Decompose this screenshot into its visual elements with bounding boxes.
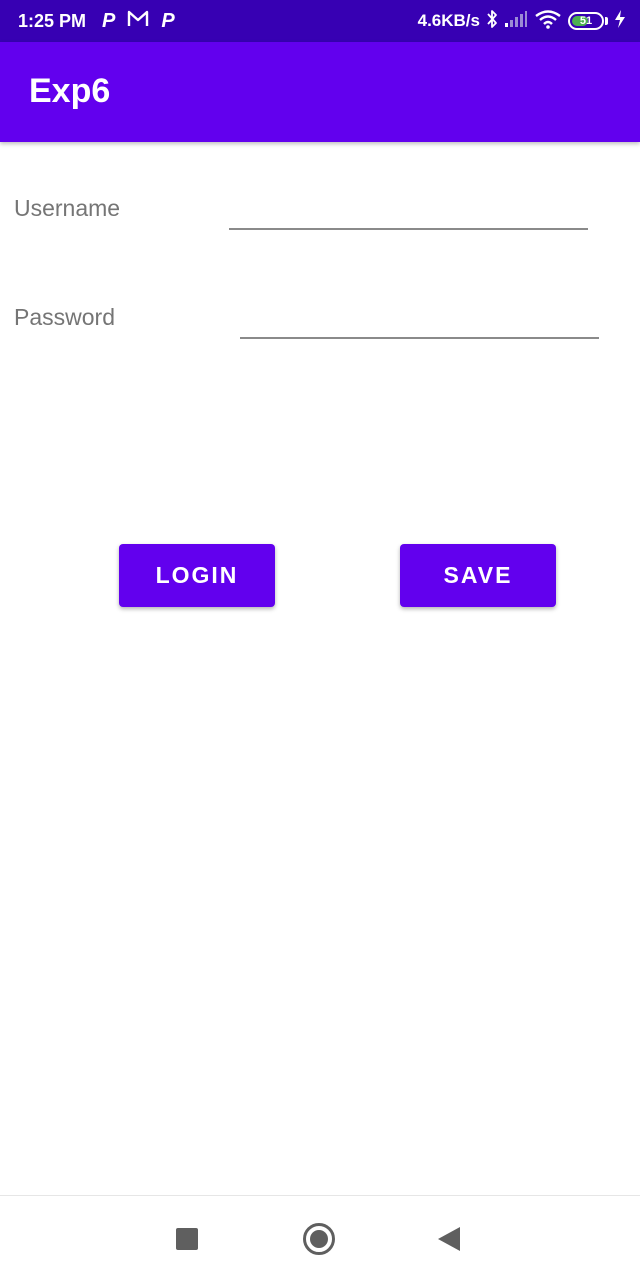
charging-icon	[614, 9, 626, 34]
app-title: Exp6	[29, 72, 111, 110]
status-bar: 1:25 PM P P 4.6KB/s 51	[0, 0, 640, 42]
battery-icon: 51	[568, 12, 604, 30]
notification-p-icon: P	[102, 10, 116, 32]
recent-apps-icon[interactable]	[176, 1228, 198, 1250]
back-icon[interactable]	[438, 1227, 460, 1251]
app-bar: Exp6	[0, 42, 640, 142]
status-time: 1:25 PM	[18, 10, 87, 31]
status-bar-left: 1:25 PM P P	[18, 0, 175, 42]
password-field[interactable]	[240, 299, 599, 339]
signal-icon	[504, 10, 528, 33]
login-button[interactable]: LOGIN	[119, 544, 275, 607]
navigation-bar	[0, 1195, 640, 1280]
battery-level: 51	[579, 15, 593, 27]
battery-tip	[605, 17, 608, 25]
home-icon-inner	[310, 1230, 328, 1248]
gmail-icon	[127, 10, 149, 33]
password-label: Password	[14, 304, 115, 330]
username-field[interactable]	[229, 190, 588, 230]
status-bar-right: 4.6KB/s 51	[418, 0, 626, 42]
username-label: Username	[14, 195, 121, 221]
wifi-icon	[534, 9, 562, 34]
home-icon[interactable]	[303, 1223, 335, 1255]
net-speed: 4.6KB/s	[417, 11, 480, 30]
bluetooth-icon	[486, 9, 498, 34]
save-button[interactable]: SAVE	[400, 544, 556, 607]
notification-p-icon: P	[161, 10, 175, 32]
